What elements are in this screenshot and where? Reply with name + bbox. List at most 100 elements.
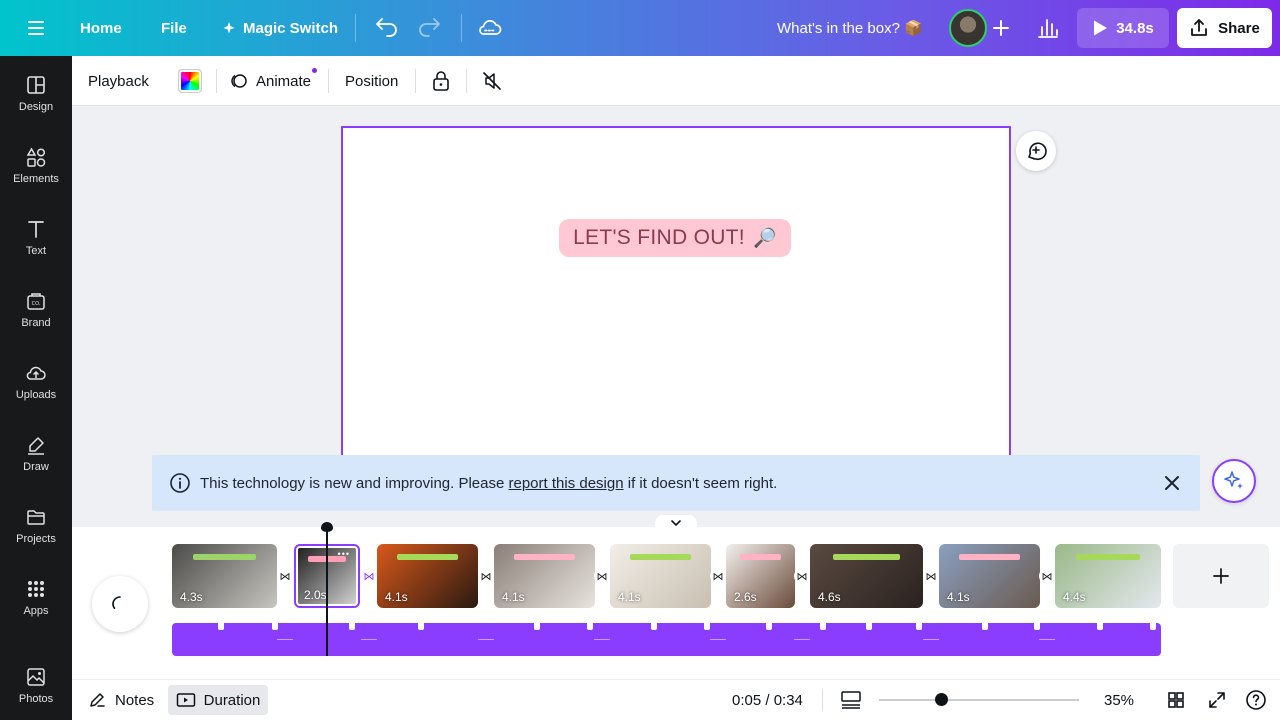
audio-beat-marker <box>587 623 593 630</box>
transition-icon[interactable]: ⋈ <box>594 568 610 584</box>
play-icon <box>1094 20 1108 36</box>
transition-icon[interactable]: ⋈ <box>478 568 494 584</box>
clip-duration: 2.0s <box>304 588 327 602</box>
design-icon <box>27 75 45 94</box>
clip-thumbnail-caption <box>832 554 901 560</box>
report-design-link[interactable]: report this design <box>509 475 624 492</box>
timeline-clip[interactable]: 4.1s <box>939 544 1040 608</box>
grid-view-button[interactable] <box>1166 680 1186 720</box>
zoom-slider-handle[interactable] <box>935 693 948 706</box>
chevron-down-icon <box>671 520 681 527</box>
svg-text:CO.: CO. <box>32 301 41 307</box>
sidebar-item-label: Apps <box>23 604 49 617</box>
clip-thumbnail-caption <box>630 554 691 560</box>
fullscreen-button[interactable] <box>1207 680 1227 720</box>
audio-track[interactable] <box>172 623 1161 656</box>
transition-icon[interactable]: ⋈ <box>361 568 377 584</box>
cloud-icon <box>479 20 502 35</box>
apps-icon <box>28 580 44 597</box>
audio-beat-marker <box>349 623 355 630</box>
timeline-clip[interactable]: 4.1s <box>377 544 478 608</box>
audio-segment-divider <box>1039 639 1055 640</box>
notes-button[interactable]: Notes <box>88 680 154 720</box>
transition-icon[interactable]: ⋈ <box>794 568 810 584</box>
grid-icon <box>1168 692 1184 708</box>
timeline-clip[interactable]: 4.4s <box>1055 544 1161 608</box>
undo-button[interactable] <box>369 0 401 56</box>
animate-button[interactable]: Animate <box>229 56 311 106</box>
playback-button[interactable]: Playback <box>88 56 149 106</box>
collapse-timeline-button[interactable] <box>655 515 697 531</box>
timeline-clip[interactable]: 2.6s <box>726 544 795 608</box>
clip-duration: 4.6s <box>818 590 841 604</box>
transition-icon[interactable]: ⋈ <box>923 568 939 584</box>
info-banner: This technology is new and improving. Pl… <box>152 455 1200 511</box>
sidebar-item-label: Design <box>18 100 54 113</box>
audio-beat-marker <box>272 623 278 630</box>
audio-segment-divider <box>361 639 377 640</box>
play-button[interactable]: 34.8s <box>1077 8 1169 48</box>
color-button[interactable] <box>178 56 202 106</box>
clip-thumbnail-caption <box>193 554 256 560</box>
position-button[interactable]: Position <box>345 56 398 106</box>
transition-icon[interactable]: ⋈ <box>277 568 293 584</box>
divider <box>822 689 823 711</box>
sidebar-item-draw[interactable]: Draw <box>0 420 72 486</box>
sidebar-item-elements[interactable]: Elements <box>0 132 72 198</box>
timeline-clip[interactable]: 4.1s <box>494 544 595 608</box>
zoom-level[interactable]: 35% <box>1104 680 1134 720</box>
file-menu-button[interactable]: File <box>161 0 187 56</box>
page-view-button[interactable] <box>840 680 862 720</box>
document-title[interactable]: What's in the box? 📦 <box>777 0 923 56</box>
add-page-button[interactable] <box>1173 544 1269 608</box>
user-avatar[interactable] <box>949 9 987 47</box>
duration-button[interactable]: Duration <box>168 685 268 715</box>
lock-icon <box>433 71 449 91</box>
invite-button[interactable] <box>985 12 1017 44</box>
redo-button[interactable] <box>415 0 447 56</box>
context-toolbar: Playback Animate Position <box>72 56 1280 106</box>
sidebar-item-text[interactable]: Text <box>0 204 72 270</box>
save-status-button[interactable] <box>474 0 504 56</box>
lock-button[interactable] <box>431 56 451 106</box>
audio-beat-marker <box>218 623 224 630</box>
audio-beat-marker <box>820 623 826 630</box>
share-button[interactable]: Share <box>1177 8 1272 48</box>
sidebar-item-brand[interactable]: CO. Brand <box>0 276 72 342</box>
transition-icon[interactable]: ⋈ <box>1039 568 1055 584</box>
add-comment-button[interactable] <box>1016 131 1056 171</box>
sidebar-item-design[interactable]: Design <box>0 60 72 126</box>
insights-button[interactable] <box>1033 0 1063 56</box>
sidebar-item-projects[interactable]: Projects <box>0 492 72 558</box>
close-icon[interactable] <box>1162 473 1182 493</box>
sidebar-item-photos[interactable]: Photos <box>0 652 72 718</box>
sparkle-icon <box>1224 471 1243 489</box>
zoom-slider-track[interactable] <box>879 699 1079 701</box>
sidebar-item-label: Photos <box>18 692 54 705</box>
text-pill[interactable]: LET'S FIND OUT! 🔎 <box>559 219 791 257</box>
sidebar-item-apps[interactable]: Apps <box>0 564 72 630</box>
plus-icon <box>1213 568 1229 584</box>
clip-duration: 4.4s <box>1063 590 1086 604</box>
transition-icon[interactable]: ⋈ <box>710 568 726 584</box>
home-button[interactable]: Home <box>80 0 122 56</box>
timeline-clip[interactable]: 4.3s <box>172 544 277 608</box>
clip-thumbnail-caption <box>739 554 782 560</box>
playhead-handle[interactable] <box>321 522 333 532</box>
sidebar-item-uploads[interactable]: Uploads <box>0 348 72 414</box>
mute-button[interactable] <box>481 56 503 106</box>
audio-segment-divider <box>923 639 939 640</box>
undo-icon <box>376 18 397 37</box>
timeline-clip[interactable]: 4.1s <box>610 544 711 608</box>
playhead-line[interactable] <box>326 528 328 656</box>
timeline-clip[interactable]: 4.6s <box>810 544 923 608</box>
magic-assistant-button[interactable] <box>1212 459 1256 503</box>
more-options-icon[interactable]: ••• <box>338 549 350 559</box>
help-button[interactable] <box>1245 680 1267 720</box>
design-canvas[interactable] <box>341 126 1011 466</box>
brand-icon: CO. <box>27 292 45 310</box>
main-menu-button[interactable] <box>22 0 50 56</box>
banner-text-end: if it doesn't seem right. <box>623 474 778 492</box>
magic-switch-button[interactable]: Magic Switch <box>222 0 338 56</box>
expand-icon <box>1209 692 1225 708</box>
